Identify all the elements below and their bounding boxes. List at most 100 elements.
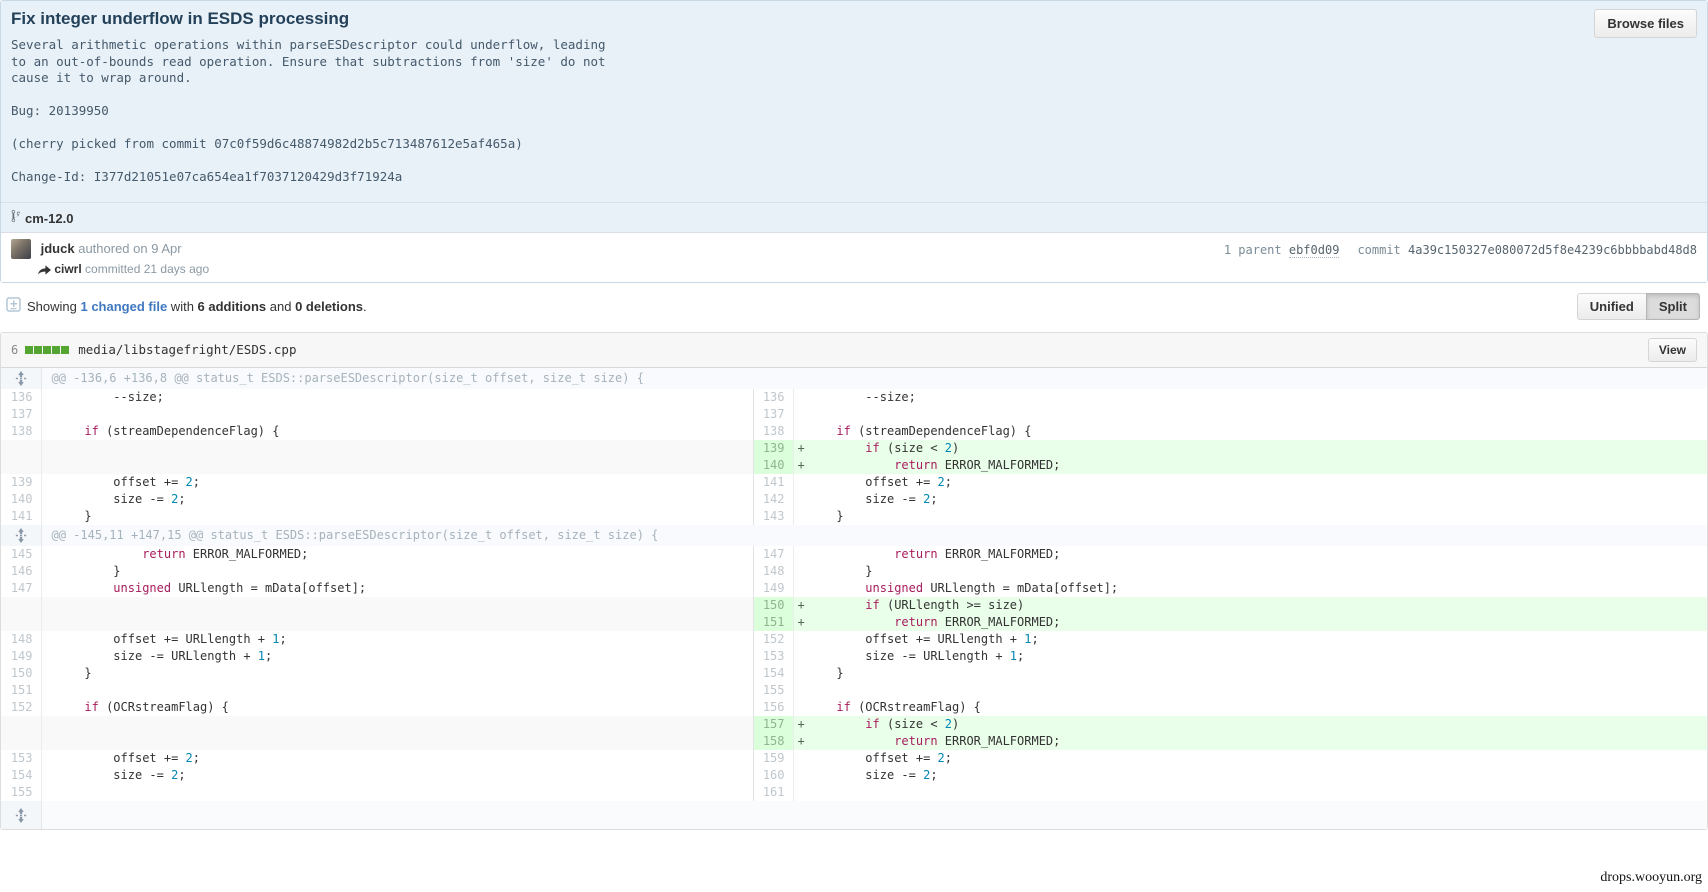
diffstat-block [43, 345, 52, 354]
code-line: unsigned URLlength = mData[offset]; [865, 580, 1119, 595]
code-line: if (OCRstreamFlag) { [836, 699, 981, 714]
line-number[interactable]: 149 [752, 579, 794, 597]
additions-count: 6 additions [197, 298, 267, 314]
commit-meta-bar: jduck authored on 9 Apr ciwrl committed … [1, 231, 1707, 282]
line-number [1, 596, 42, 614]
hunk-header: @@ -145,11 +147,15 @@ status_t ESDS::par… [41, 524, 1707, 546]
line-number[interactable]: 136 [752, 388, 794, 406]
commit-header: Fix integer underflow in ESDS processing… [1, 1, 1707, 202]
line-number[interactable]: 156 [752, 698, 794, 716]
addition-marker: + [797, 457, 805, 472]
committer-name[interactable]: ciwrl [54, 262, 81, 276]
code-line: } [55, 508, 92, 523]
parent-sha-link[interactable]: ebf0d09 [1288, 242, 1340, 258]
hunk-row: @@ -145,11 +147,15 @@ status_t ESDS::par… [1, 524, 1707, 546]
line-number[interactable]: 137 [1, 405, 42, 423]
line-number[interactable]: 154 [1, 766, 42, 784]
line-number[interactable]: 150 [1, 664, 42, 682]
split-view-button[interactable]: Split [1645, 292, 1700, 320]
author-avatar[interactable] [11, 238, 31, 259]
view-file-button[interactable]: View [1647, 337, 1697, 362]
line-number[interactable]: 153 [1, 749, 42, 767]
diff-row: 155 161 [1, 783, 1707, 801]
hunk-row: @@ -136,6 +136,8 @@ status_t ESDS::parse… [1, 367, 1707, 389]
diff-row: 139 offset += 2; 141 offset += 2; [1, 473, 1707, 491]
line-number[interactable]: 140 [752, 456, 794, 474]
line-number[interactable]: 151 [1, 681, 42, 699]
line-number[interactable]: 141 [752, 473, 794, 491]
line-number[interactable]: 150 [752, 596, 794, 614]
showing-summary: Showing 1 changed file with 6 additions … [27, 299, 367, 314]
commit-label: commit [1357, 242, 1409, 257]
line-number[interactable]: 148 [1, 630, 42, 648]
line-number[interactable]: 161 [752, 783, 794, 801]
line-number[interactable]: 143 [752, 507, 794, 525]
line-number [1, 613, 42, 631]
line-number[interactable]: 160 [752, 766, 794, 784]
changed-file-link[interactable]: 1 changed file [80, 299, 167, 314]
browse-files-button[interactable]: Browse files [1594, 9, 1697, 38]
branch-name[interactable]: cm-12.0 [25, 211, 73, 226]
diff-row: 139 + if (size < 2) [1, 439, 1707, 457]
line-number[interactable]: 139 [1, 473, 42, 491]
deletions-count: 0 deletions [295, 298, 363, 314]
diff-row: 145 return ERROR_MALFORMED; 147 return ER… [1, 545, 1707, 563]
code-line: return ERROR_MALFORMED; [894, 546, 1061, 561]
line-number[interactable]: 151 [752, 613, 794, 631]
line-number[interactable]: 146 [1, 562, 42, 580]
code-line: offset += 2; [807, 474, 953, 489]
diffstat-block [34, 345, 43, 354]
diff-row: 151 + return ERROR_MALFORMED; [1, 613, 1707, 631]
line-number[interactable]: 149 [1, 647, 42, 665]
line-number[interactable]: 148 [752, 562, 794, 580]
author-name[interactable]: jduck [41, 241, 75, 256]
line-number[interactable]: 141 [1, 507, 42, 525]
line-number[interactable]: 139 [752, 439, 794, 457]
diff-row: 140 + return ERROR_MALFORMED; [1, 456, 1707, 474]
line-number[interactable]: 155 [752, 681, 794, 699]
period: . [363, 298, 367, 314]
file-diff-icon[interactable] [6, 297, 21, 315]
showing-prefix: Showing [27, 298, 81, 314]
line-number[interactable]: 154 [752, 664, 794, 682]
hunk-header: @@ -136,6 +136,8 @@ status_t ESDS::parse… [41, 367, 1707, 389]
committed-date: committed 21 days ago [85, 261, 210, 276]
line-number[interactable]: 138 [1, 422, 42, 440]
line-number[interactable]: 152 [1, 698, 42, 716]
code-line: if (streamDependenceFlag) { [84, 423, 280, 438]
line-number[interactable]: 153 [752, 647, 794, 665]
line-number[interactable]: 140 [1, 490, 42, 508]
unfold-icon[interactable] [1, 800, 42, 829]
code-line-addition: + return ERROR_MALFORMED; [793, 732, 1707, 750]
unified-view-button[interactable]: Unified [1576, 292, 1647, 320]
unfold-icon[interactable] [1, 367, 42, 389]
unfold-icon[interactable] [1, 524, 42, 546]
line-number [1, 732, 42, 750]
diffstat-block [52, 345, 61, 354]
line-number[interactable]: 159 [752, 749, 794, 767]
diff-row: 154 size -= 2; 160 size -= 2; [1, 766, 1707, 784]
line-number[interactable]: 142 [752, 490, 794, 508]
line-number[interactable]: 158 [752, 732, 794, 750]
diffstat-block [61, 345, 70, 354]
expand-row [1, 800, 1707, 829]
line-number[interactable]: 145 [1, 545, 42, 563]
file-diff-box: 6 media/libstagefright/ESDS.cpp View @@ … [0, 331, 1708, 830]
line-number[interactable]: 137 [752, 405, 794, 423]
addition-marker: + [797, 440, 805, 455]
line-number[interactable]: 155 [1, 783, 42, 801]
line-number[interactable]: 152 [752, 630, 794, 648]
line-number[interactable]: 157 [752, 715, 794, 733]
line-number[interactable]: 138 [752, 422, 794, 440]
code-line: if (OCRstreamFlag) { [84, 699, 229, 714]
line-number[interactable]: 147 [1, 579, 42, 597]
line-number[interactable]: 136 [1, 388, 42, 406]
code-line [793, 406, 1707, 423]
diffstat-block [25, 345, 34, 354]
line-number[interactable]: 147 [752, 545, 794, 563]
code-line: size -= URLlength + 1; [807, 648, 1025, 663]
diff-row: 136 --size; 136 --size; [1, 388, 1707, 406]
file-header: 6 media/libstagefright/ESDS.cpp View [1, 332, 1707, 368]
git-branch-icon [11, 209, 21, 226]
diff-row: 150 } 154 } [1, 664, 1707, 682]
